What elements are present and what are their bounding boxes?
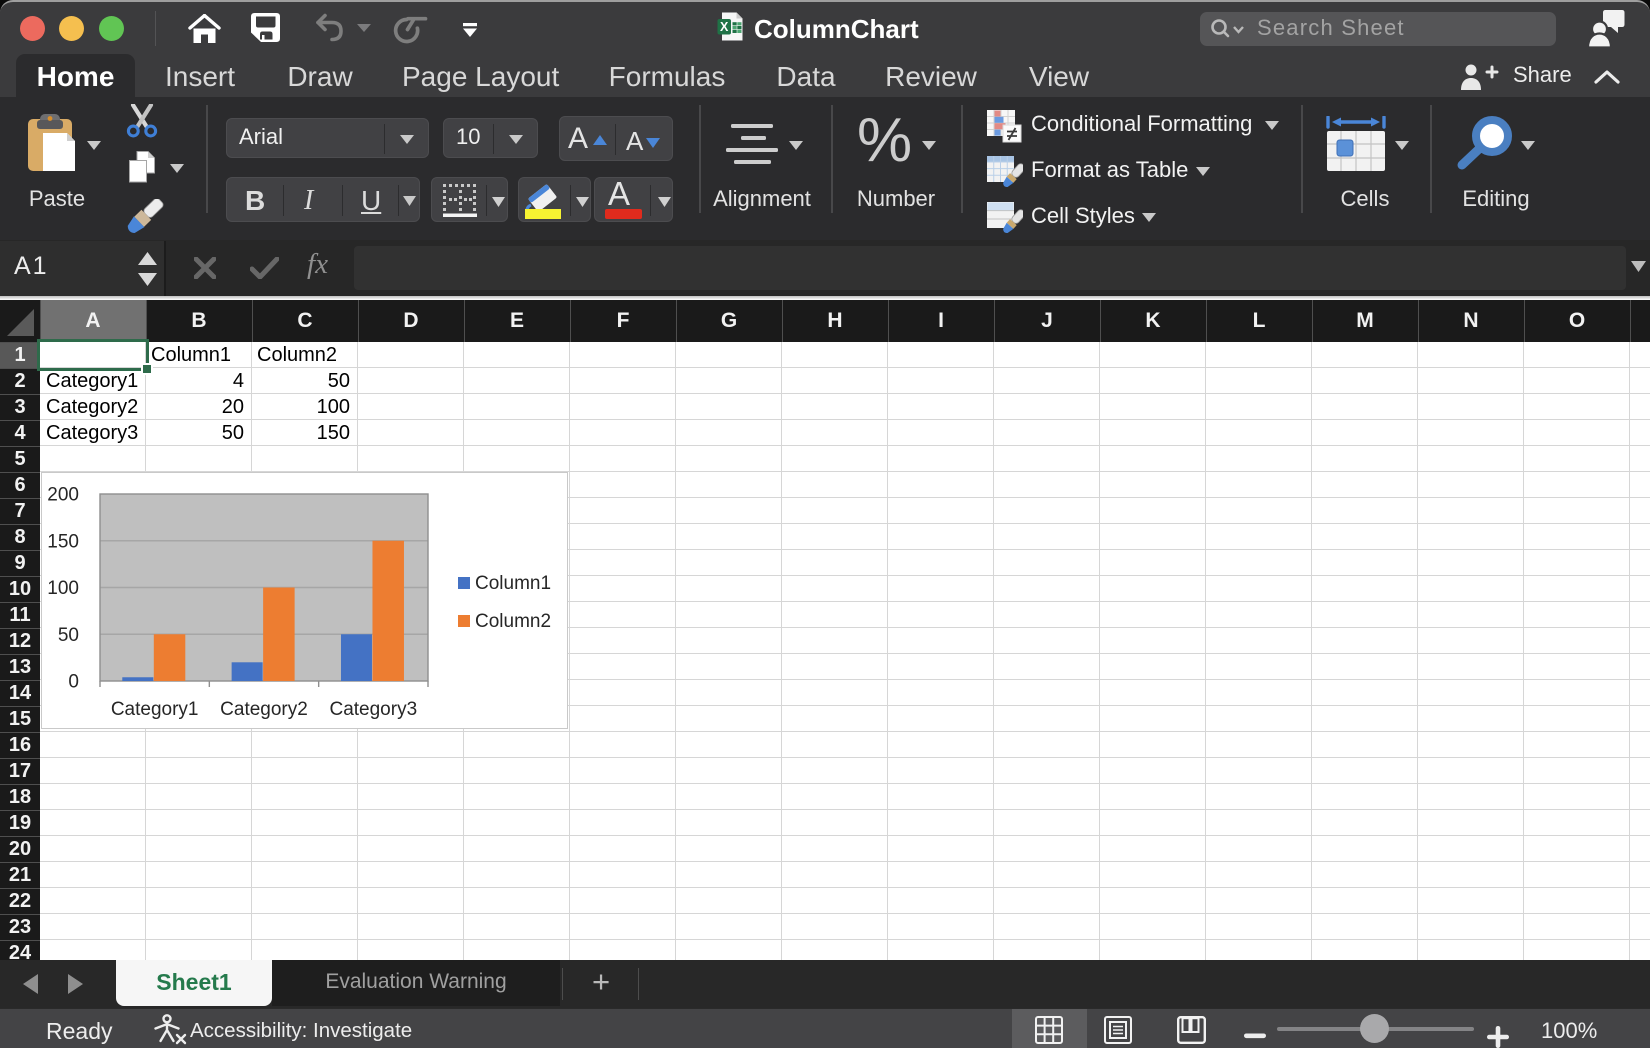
svg-text:Column1: Column1 xyxy=(475,573,551,594)
svg-text:200: 200 xyxy=(47,485,79,506)
svg-text:Column2: Column2 xyxy=(475,611,551,632)
svg-text:50: 50 xyxy=(58,625,79,646)
svg-text:Category3: Category3 xyxy=(329,699,417,720)
svg-text:Category2: Category2 xyxy=(220,699,308,720)
svg-text:Category1: Category1 xyxy=(111,699,199,720)
svg-text:X: X xyxy=(720,20,729,34)
svg-text:0: 0 xyxy=(68,672,79,693)
svg-text:100: 100 xyxy=(47,578,79,599)
svg-text:150: 150 xyxy=(47,531,79,552)
